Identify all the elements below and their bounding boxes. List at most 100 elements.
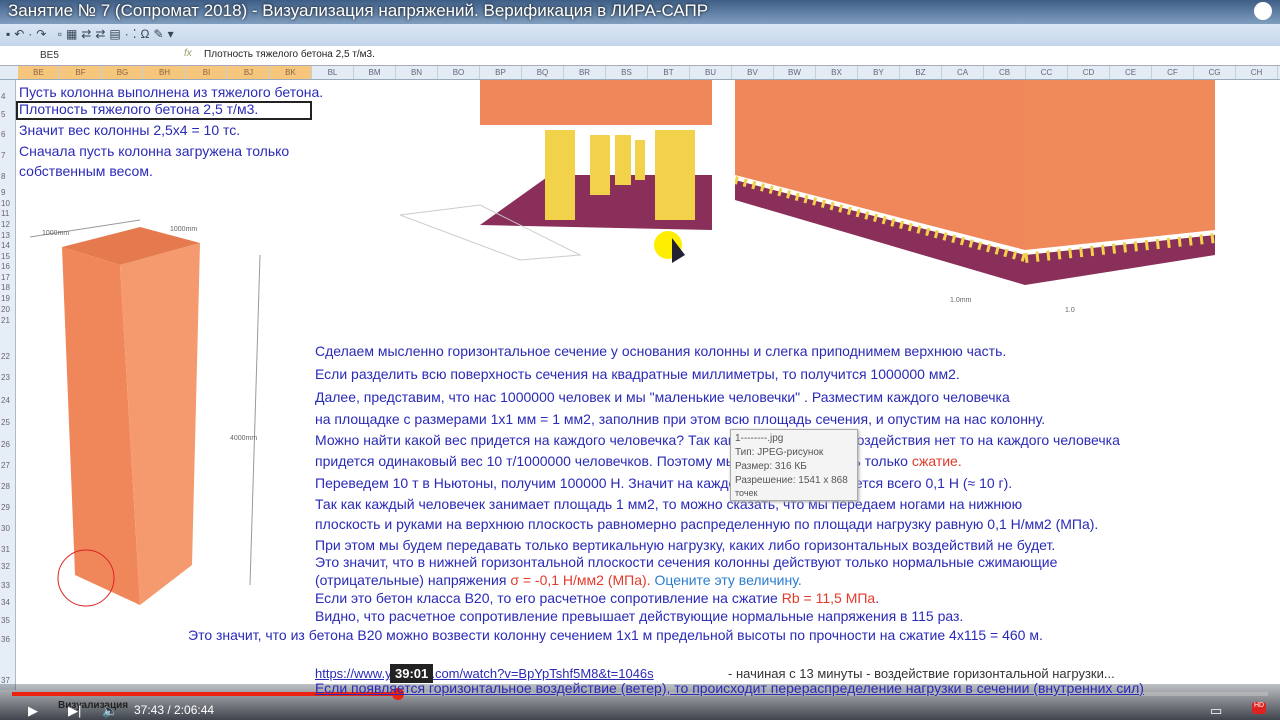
column-header[interactable]: BL [312, 66, 354, 79]
row-header[interactable]: 20 [1, 305, 10, 314]
column-header[interactable]: BE [18, 66, 60, 79]
youtube-link[interactable]: https://www.youtube.com/watch?v=BpYpTshf… [315, 666, 654, 681]
dim-h-label: 4000mm [230, 435, 257, 442]
column-header[interactable]: BS [606, 66, 648, 79]
slab-array-image: 1.0mm 1.0 [735, 80, 1216, 314]
column-header[interactable]: CH [1236, 66, 1278, 79]
row-header[interactable]: 11 [1, 209, 9, 218]
text-segment: Rb = 11,5 МПа [781, 590, 876, 606]
watch-later-icon[interactable] [1254, 2, 1272, 20]
row-header[interactable]: 6 [1, 130, 5, 139]
row-header[interactable]: 15 [1, 252, 10, 261]
row-header[interactable]: 22 [1, 352, 10, 361]
column-header[interactable]: BZ [900, 66, 942, 79]
name-box[interactable]: BE5 [4, 48, 126, 64]
row-header[interactable]: 27 [1, 461, 10, 470]
column-header[interactable]: BK [270, 66, 312, 79]
row-header[interactable]: 30 [1, 524, 10, 533]
row-header[interactable]: 33 [1, 581, 10, 590]
row-header[interactable]: 32 [1, 562, 10, 571]
column-header[interactable]: BP [480, 66, 522, 79]
column-header[interactable]: BI [186, 66, 228, 79]
column-header[interactable]: BV [732, 66, 774, 79]
column-header[interactable]: BQ [522, 66, 564, 79]
dim-label: 1.0 [1065, 307, 1075, 314]
formula-input[interactable]: Плотность тяжелого бетона 2,5 т/м3. [204, 49, 375, 60]
explanation-line: плоскость и руками на верхнюю плоскость … [315, 516, 1098, 532]
text-segment: (отрицательные) напряжения [315, 572, 511, 588]
row-header[interactable]: 35 [1, 616, 10, 625]
text-segment: σ = -0,1 Н/мм2 (МПа). [510, 572, 651, 588]
row-header[interactable]: 5 [1, 110, 5, 119]
column-header[interactable]: BO [438, 66, 480, 79]
row-header[interactable]: 18 [1, 283, 10, 292]
row-header[interactable]: 14 [1, 241, 10, 250]
dim-b-label: 1000mm [170, 226, 197, 233]
explanation-line: Так как каждый человечек занимает площад… [315, 496, 1022, 512]
column-header[interactable]: CA [942, 66, 984, 79]
link-note: - начиная с 13 минуты - воздействие гори… [728, 666, 1115, 681]
row-header[interactable]: 26 [1, 440, 10, 449]
column-header[interactable]: BF [60, 66, 102, 79]
column-header[interactable]: CE [1110, 66, 1152, 79]
column-header[interactable]: BM [354, 66, 396, 79]
play-icon[interactable]: ▶ [28, 703, 38, 719]
row-header[interactable]: 31 [1, 545, 10, 554]
column-header[interactable]: BG [102, 66, 144, 79]
row-header[interactable]: 23 [1, 373, 10, 382]
text-segment: Оцените эту величину. [650, 572, 802, 588]
row-header[interactable]: 8 [1, 172, 5, 181]
text-segment: Сделаем мысленно горизонтальное сечение … [315, 343, 1007, 359]
row-header[interactable]: 16 [1, 262, 10, 271]
dim-line [249, 254, 261, 586]
row-header[interactable]: 10 [1, 199, 10, 208]
note-line: Сначала пусть колонна загружена только [19, 143, 290, 159]
tooltip-res2: точек [735, 488, 758, 498]
text-segment: Если это бетон класса В20, то его расчет… [315, 590, 782, 606]
row-header[interactable]: 24 [1, 396, 10, 405]
column-header[interactable]: CC [1026, 66, 1068, 79]
column-header[interactable]: CF [1152, 66, 1194, 79]
column-header[interactable]: BH [144, 66, 186, 79]
column-header[interactable]: BY [858, 66, 900, 79]
next-icon[interactable]: ▶| [68, 703, 81, 719]
explanation-line: (отрицательные) напряжения σ = -0,1 Н/мм… [315, 572, 802, 588]
row-header[interactable]: 19 [1, 294, 10, 303]
volume-icon[interactable]: 🔈 [102, 703, 118, 719]
row-header[interactable]: 4 [1, 92, 5, 101]
fx-icon[interactable]: fx [184, 48, 192, 59]
text-segment: сжатие. [911, 453, 962, 469]
row-header[interactable]: 28 [1, 482, 10, 491]
row-header[interactable]: 25 [1, 418, 10, 427]
column-header[interactable]: BR [564, 66, 606, 79]
text-segment: на площадке с размерами 1х1 мм = 1 мм2, … [315, 411, 1046, 427]
row-header[interactable]: 13 [1, 231, 10, 240]
column-header[interactable]: BN [396, 66, 438, 79]
text-segment: Если разделить всю поверхность сечения н… [315, 366, 960, 382]
time-display: 37:43 / 2:06:44 [134, 703, 215, 717]
hd-settings-icon[interactable]: HD [1252, 702, 1266, 714]
row-header[interactable]: 34 [1, 598, 10, 607]
column-header[interactable]: BT [648, 66, 690, 79]
row-header[interactable]: 17 [1, 273, 10, 282]
row-header[interactable]: 29 [1, 503, 10, 512]
row-header[interactable]: 36 [1, 635, 10, 644]
column-header[interactable]: BW [774, 66, 816, 79]
column-header[interactable]: BU [690, 66, 732, 79]
row-header[interactable]: 9 [1, 188, 5, 197]
tooltip-res: Разрешение: 1541 x 868 [735, 475, 848, 486]
note-line: Плотность тяжелого бетона 2,5 т/м3. [19, 101, 259, 117]
column-header[interactable]: CD [1068, 66, 1110, 79]
column-header[interactable]: CG [1194, 66, 1236, 79]
column-header[interactable]: CB [984, 66, 1026, 79]
column-header[interactable]: BX [816, 66, 858, 79]
text-segment: Так как каждый человечек занимает площад… [315, 496, 1023, 512]
column-header[interactable]: BJ [228, 66, 270, 79]
row-header[interactable]: 12 [1, 220, 10, 229]
row-header[interactable]: 21 [1, 316, 10, 325]
row-header[interactable]: 7 [1, 151, 5, 160]
explanation-line: Можно найти какой вес придется на каждог… [315, 432, 1120, 448]
formula-bar: BE5 fx Плотность тяжелого бетона 2,5 т/м… [0, 46, 1280, 66]
dim-a-label: 1000mm [42, 230, 69, 237]
subtitles-icon[interactable]: ▭ [1210, 703, 1222, 719]
